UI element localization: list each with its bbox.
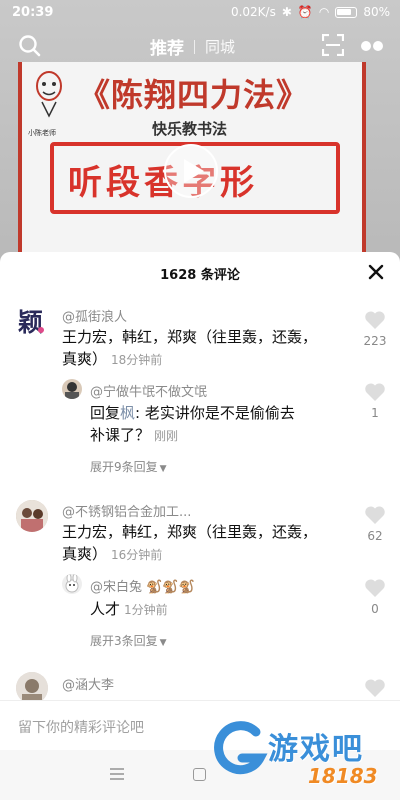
comment-username-row: @宋白兔 🐒🐒🐒 — [90, 576, 195, 595]
reply-prefix: 回复 — [90, 404, 121, 422]
avatar[interactable]: 颖 — [16, 306, 46, 336]
comment-text-line-2: 真爽） 18分钟前 — [62, 348, 317, 371]
scan-icon[interactable] — [322, 34, 344, 56]
caret-down-icon: ▼ — [159, 464, 167, 474]
comment-text-line-2: 真爽） 16分钟前 — [62, 543, 317, 566]
alarm-icon: ⏰ — [297, 5, 313, 19]
comment-input[interactable]: 留下你的精彩评论吧 — [18, 717, 144, 737]
menu-icon[interactable] — [110, 768, 124, 780]
comment-username[interactable]: @宁做牛氓不做文氓 — [90, 381, 207, 400]
avatar[interactable] — [16, 500, 48, 532]
comment-text: 人才 1分钟前 — [90, 598, 168, 621]
comment-text-end: 补课了？ — [90, 426, 151, 444]
comment-time: 刚刚 — [154, 429, 179, 443]
cartoon-face-icon — [36, 71, 62, 118]
poster-title: 《陈翔四力法》 — [78, 76, 310, 114]
top-nav: 推荐 同城 — [0, 28, 400, 64]
feed-tabs: 推荐 同城 — [150, 34, 235, 59]
heart-icon[interactable] — [364, 505, 386, 525]
avatar-glyph-icon: 颖 — [18, 308, 44, 336]
like-count: 62 — [367, 529, 383, 543]
battery-icon — [335, 6, 358, 18]
comment-count-title: 1628 条评论 — [160, 268, 240, 283]
heart-icon[interactable] — [364, 578, 386, 598]
avatar[interactable] — [62, 574, 82, 594]
comment-time: 16分钟前 — [111, 548, 163, 562]
comment-time: 18分钟前 — [111, 353, 163, 367]
comment-text-end: 真爽） — [62, 545, 108, 563]
comment-text-line: 回复枫: 老实讲你是不是偷偷去 — [90, 402, 295, 424]
caret-down-icon: ▼ — [159, 638, 167, 648]
comment-text: 王力宏，韩红，郑爽（往里轰，还轰， 真爽） 16分钟前 — [62, 521, 317, 566]
watermark-number: 18183 — [308, 764, 378, 788]
watermark-text: 游戏吧 — [268, 732, 364, 767]
comment-username[interactable]: @不锈钢铝合金加工... — [62, 501, 191, 520]
more-icon[interactable] — [360, 40, 384, 52]
comment-text-line: 人才 1分钟前 — [90, 598, 168, 621]
comment-username[interactable]: @宋白兔 — [90, 580, 142, 595]
heart-icon[interactable] — [364, 678, 386, 698]
wifi-icon: ◠ — [318, 5, 330, 19]
status-bar: 20:39 0.02K/s ✱ ⏰ ◠ 80% — [0, 0, 400, 26]
expand-replies-button[interactable]: 展开3条回复 ▼ — [90, 632, 167, 649]
poster-face-label: 小陈老师 — [28, 129, 56, 137]
play-icon[interactable] — [162, 142, 220, 200]
avatar-rabbit-icon — [65, 574, 79, 593]
close-icon[interactable] — [366, 262, 386, 282]
like-count: 0 — [371, 602, 379, 616]
like-count: 223 — [363, 334, 387, 348]
heart-icon[interactable] — [364, 382, 386, 402]
heart-icon[interactable] — [364, 310, 386, 330]
comment-username[interactable]: @涵大李 — [62, 674, 114, 693]
bluetooth-icon: ✱ — [281, 5, 292, 19]
avatar[interactable] — [62, 379, 82, 399]
comment-text-line-2: 补课了？ 刚刚 — [90, 424, 295, 447]
search-icon[interactable] — [18, 34, 42, 58]
watermark: 游戏吧 18183 — [212, 710, 396, 796]
tab-divider — [194, 39, 195, 54]
sheet-header: 1628 条评论 — [0, 252, 400, 292]
video-player[interactable]: 小陈老师 《陈翔四力法》 快乐教书法 听段香字形 20:39 0.02K/s ✱… — [0, 0, 400, 262]
expand-label: 展开3条回复 — [90, 634, 158, 648]
comment-text-end: 人才 — [90, 600, 121, 618]
poster-subtitle: 快乐教书法 — [152, 120, 228, 138]
battery-level: 80% — [363, 5, 390, 19]
status-time: 20:39 — [12, 5, 54, 20]
comment-time: 1分钟前 — [124, 603, 168, 617]
expand-replies-button[interactable]: 展开9条回复 ▼ — [90, 458, 167, 475]
reply-text: : 老实讲你是不是偷偷去 — [135, 404, 295, 422]
network-speed: 0.02K/s — [230, 5, 276, 19]
monkey-emoji-icon: 🐒🐒🐒 — [146, 580, 195, 595]
comment-text: 回复枫: 老实讲你是不是偷偷去 补课了？ 刚刚 — [90, 402, 295, 447]
comment-text: 王力宏，韩红，郑爽（往里轰，还轰， 真爽） 18分钟前 — [62, 326, 317, 371]
watermark-logo-icon — [214, 721, 268, 775]
tab-local[interactable]: 同城 — [205, 36, 235, 57]
like-count: 1 — [371, 406, 379, 420]
avatar-photo-icon — [16, 500, 48, 532]
home-button[interactable] — [193, 768, 206, 781]
comment-text-end: 真爽） — [62, 350, 108, 368]
comment-text-line: 王力宏，韩红，郑爽（往里轰，还轰， — [62, 328, 318, 346]
tab-recommended[interactable]: 推荐 — [150, 34, 184, 59]
reply-to-user[interactable]: 枫 — [120, 404, 135, 422]
comment-username[interactable]: @孤街浪人 — [62, 306, 127, 325]
comment-text-line: 王力宏，韩红，郑爽（往里轰，还轰， — [62, 523, 318, 541]
status-indicators: 0.02K/s ✱ ⏰ ◠ 80% — [231, 5, 390, 19]
avatar-person-icon — [65, 382, 79, 399]
expand-label: 展开9条回复 — [90, 460, 158, 474]
